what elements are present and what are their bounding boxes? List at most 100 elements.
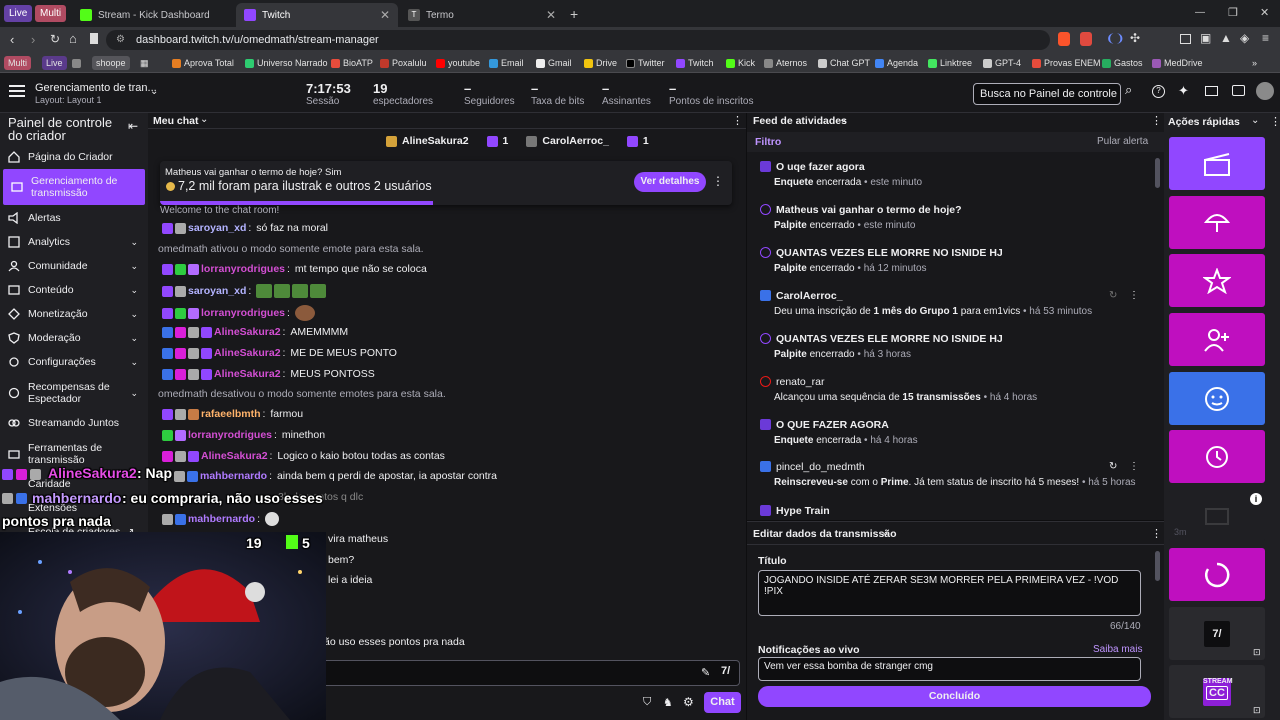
bookmark-twitch[interactable]: Twitch [676, 56, 714, 70]
close-tab-icon[interactable]: ✕ [546, 8, 556, 22]
activity-scrollbar[interactable] [1155, 158, 1160, 188]
more-options-icon[interactable]: ⋮ [1129, 461, 1139, 472]
stream-cc-action-button[interactable]: STREAM CC ⊡ [1169, 665, 1265, 718]
bookmark-provas-enem[interactable]: Provas ENEM [1032, 56, 1101, 70]
ads-disabled-action-button[interactable]: i 3m [1169, 489, 1265, 542]
bookmark-aternos[interactable]: Aternos [764, 56, 807, 70]
bookmark-multi[interactable]: Multi [4, 56, 32, 70]
tab-group-multi[interactable]: Multi [35, 5, 67, 22]
chevron-down-icon[interactable]: ⌄ [839, 114, 847, 125]
magic-icon[interactable]: ✦ [1178, 83, 1189, 99]
view-details-button[interactable]: Ver detalhes [634, 172, 706, 192]
chevron-down-icon[interactable]: ⌄ [1251, 115, 1259, 126]
minimize-button[interactable]: — [1195, 7, 1205, 18]
tab-twitch[interactable]: Twitch ✕ [236, 3, 398, 27]
bits-icon[interactable]: ✎ [701, 666, 710, 679]
points-icon[interactable]: ♞ [663, 696, 673, 709]
brave-shield-icon[interactable] [1058, 32, 1070, 46]
replay-icon[interactable]: ↻ [1109, 461, 1117, 472]
send-chat-button[interactable]: Chat [704, 692, 741, 713]
reload-icon[interactable]: ↻ [50, 32, 60, 46]
collapse-sidebar-icon[interactable]: ⇤ [128, 119, 138, 133]
activity-item[interactable]: Matheus vai ganhar o termo de hoje? Palpi… [747, 204, 1164, 238]
learn-more-link[interactable]: Saiba mais [1093, 644, 1142, 655]
close-window-button[interactable]: ✕ [1260, 6, 1269, 19]
chat-username[interactable]: saroyan_xd [188, 285, 246, 297]
more-options-icon[interactable]: ⋮ [1151, 527, 1162, 540]
bookmark-kick[interactable]: Kick [726, 56, 755, 70]
done-button[interactable]: Concluído [758, 686, 1151, 707]
stream-title-input[interactable]: JOGANDO INSIDE ATÉ ZERAR SE3M MORRER PEL… [758, 570, 1141, 616]
ad-timer-action-button[interactable] [1169, 430, 1265, 483]
back-icon[interactable]: ‹ [10, 32, 14, 47]
bookmark-email[interactable]: Email [489, 56, 524, 70]
bookmark-aprova-total[interactable]: Aprova Total [172, 56, 234, 70]
replay-icon[interactable]: ↻ [1109, 290, 1117, 301]
activity-item[interactable]: Hype Train [747, 505, 1164, 520]
more-options-icon[interactable]: ⋮ [1151, 114, 1162, 127]
sidebar-item-community[interactable]: Comunidade ⌄ [0, 259, 148, 273]
wallet-icon[interactable]: ▣ [1200, 31, 1211, 45]
leo-icon[interactable]: ▲ [1220, 31, 1232, 45]
activity-item[interactable]: O uqe fazer agora Enquete encerrada • est… [747, 161, 1164, 195]
info-icon[interactable]: i [1250, 493, 1262, 505]
bookmark-linktree[interactable]: Linktree [928, 56, 972, 70]
chat-username[interactable]: rafaeelbmth [201, 408, 261, 420]
sidebar-item-viewer-rewards[interactable]: Recompensas de Espectador ⌄ [0, 379, 148, 407]
more-options-icon[interactable]: ⋮ [712, 174, 724, 188]
sidebar-item-creator-page[interactable]: Página do Criador [0, 150, 148, 164]
highlight-action-button[interactable] [1169, 254, 1265, 307]
chevron-down-icon[interactable]: ⌄ [881, 527, 889, 538]
chat-username[interactable]: AlineSakura2 [214, 347, 281, 359]
more-options-icon[interactable]: ⋮ [1129, 290, 1139, 301]
chat-username[interactable]: AlineSakura2 [214, 368, 281, 380]
bookmark-shoope[interactable]: shoope [92, 56, 130, 70]
bookmark-icon[interactable] [90, 33, 98, 44]
whispers-icon[interactable] [1232, 85, 1245, 96]
chat-username[interactable]: lorranyrodrigues [188, 429, 272, 441]
inbox-icon[interactable] [1205, 86, 1218, 96]
chat-username[interactable]: saroyan_xd [188, 222, 246, 234]
gear-icon[interactable]: ⚙ [683, 695, 694, 709]
sidebar-item-settings[interactable]: Configurações ⌄ [0, 355, 148, 369]
tab-group-live[interactable]: Live [4, 5, 33, 22]
bookmark-agenda[interactable]: Agenda [875, 56, 918, 70]
leader-name[interactable]: AlineSakura2 [402, 135, 469, 147]
bookmark-bioatp[interactable]: BioATP [331, 56, 373, 70]
emote-picker-icon[interactable]: 7/ [721, 665, 730, 677]
menu-icon[interactable]: ≡ [1262, 31, 1269, 45]
sidebar-item-alerts[interactable]: Alertas [0, 211, 148, 225]
more-bookmarks-icon[interactable]: » [1252, 56, 1257, 70]
search-icon[interactable]: ⌕ [1125, 82, 1143, 104]
home-icon[interactable]: ⌂ [69, 31, 77, 46]
skip-alert-button[interactable]: Pular alerta [1097, 136, 1148, 147]
chat-username[interactable]: AlineSakura2 [201, 450, 268, 462]
sidebar-item-analytics[interactable]: Analytics ⌄ [0, 235, 148, 249]
extension-action-button[interactable]: 7/ ⊡ [1169, 607, 1265, 660]
layout-dropdown-icon[interactable]: ⌄ [150, 86, 158, 97]
more-options-icon[interactable]: ⋮ [732, 114, 743, 127]
help-icon[interactable]: ? [1152, 85, 1165, 98]
forward-icon[interactable]: › [31, 32, 35, 47]
dashboard-search-input[interactable]: Busca no Painel de controle (C [973, 83, 1121, 105]
prediction-banner[interactable]: Matheus vai ganhar o termo de hoje? Sim … [160, 161, 732, 205]
chat-username[interactable]: lorranyrodrigues [201, 263, 285, 275]
bookmark-drive[interactable]: Drive [584, 56, 617, 70]
bookmark-gmail[interactable]: Gmail [536, 56, 572, 70]
new-tab-button[interactable]: + [570, 6, 578, 22]
sidebar-item-content[interactable]: Conteúdo ⌄ [0, 283, 148, 297]
bookmark-youtube[interactable]: youtube [436, 56, 480, 70]
leader-name[interactable]: CarolAerroc_ [542, 135, 609, 147]
add-raid-action-button[interactable] [1169, 313, 1265, 366]
clip-action-button[interactable] [1169, 137, 1265, 190]
more-options-icon[interactable]: ⋮ [1270, 115, 1280, 128]
apps-grid-icon[interactable]: ▦ [140, 56, 149, 70]
sidebar-item-moderation[interactable]: Moderação ⌄ [0, 331, 148, 345]
chevron-down-icon[interactable]: ⌄ [200, 114, 208, 125]
brave-rewards-icon[interactable] [1080, 32, 1092, 46]
bookmark-gpt4[interactable]: GPT-4 [983, 56, 1021, 70]
restart-action-button[interactable] [1169, 548, 1265, 601]
sidebar-toggle-icon[interactable] [1180, 34, 1191, 44]
chat-username[interactable]: lorranyrodrigues [201, 307, 285, 319]
notification-input[interactable]: Vem ver essa bomba de stranger cmg [758, 657, 1141, 681]
